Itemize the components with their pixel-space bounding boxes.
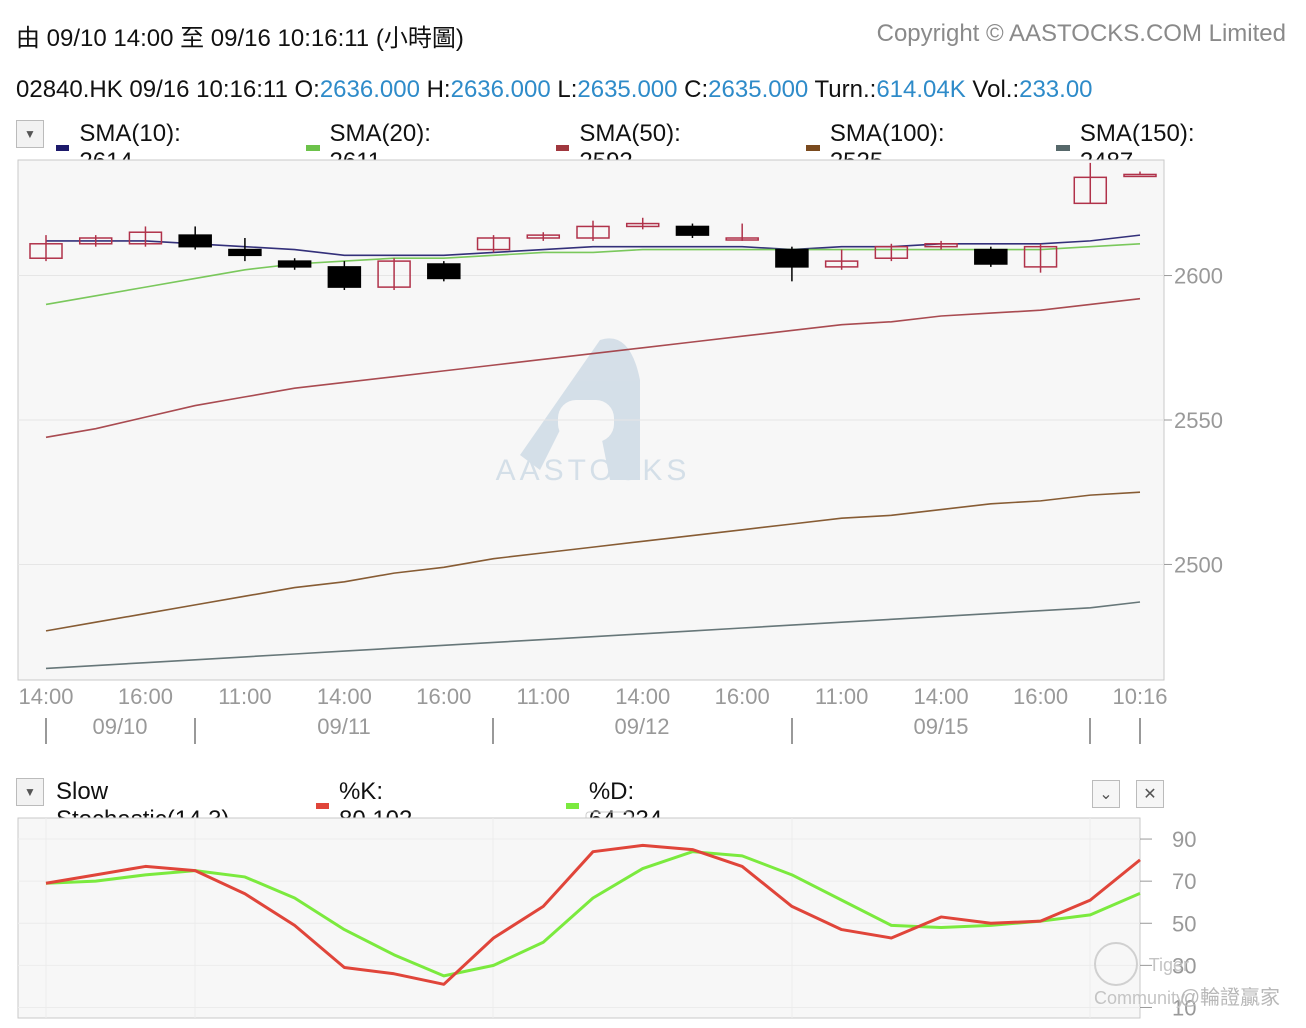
candle-body [476,237,511,251]
y-tick-label: 90 [1172,827,1196,852]
date-label: 09/12 [614,714,669,739]
candle-body [974,248,1008,265]
stoch-plot-area [17,817,1141,1019]
close-panel-button[interactable]: ✕ [1136,780,1164,808]
x-tick-label: 11:00 [218,684,271,709]
candle-body [675,225,710,236]
date-label: 09/10 [92,714,147,739]
x-tick-label: 11:00 [815,684,868,709]
y-tick-label: 2550 [1174,408,1223,433]
x-tick-label: 16:00 [118,684,173,709]
candle[interactable] [476,235,511,253]
y-tick-label: 2500 [1174,552,1223,577]
candle[interactable] [675,223,710,238]
stoch-line [45,850,1141,978]
candle-body [874,245,909,259]
candle-body [377,260,411,288]
x-tick-label: 16:00 [1013,684,1068,709]
date-label: 09/11 [317,714,370,739]
author-handle: @輪證贏家 [1179,987,1280,1009]
x-tick-label: 14:00 [914,684,969,709]
chevron-down-icon: ⌄ [1099,786,1113,803]
stoch-title: Slow Stochastic(14,3) [56,778,230,833]
candle-body [427,263,461,280]
candle-body [625,222,660,228]
d-label: %D: 64.234 [588,778,663,833]
legend-d: %D: 64.234 [566,778,669,834]
candle-body [228,248,262,257]
candle[interactable] [377,258,411,290]
y-tick-label: 50 [1172,911,1196,936]
candle-body [178,234,212,248]
candle-body [327,266,362,288]
x-tick-label: 14:00 [317,684,372,709]
candle-body [277,260,312,268]
k-label: %K: 80.102 [338,778,413,833]
candle-body [924,243,958,248]
x-tick-label: 16:00 [416,684,471,709]
candle[interactable] [874,243,909,262]
candle[interactable] [427,261,461,282]
candle-body [78,237,113,245]
candle-body [775,248,809,268]
candle-body [725,237,759,241]
k-swatch [316,803,329,809]
stoch-indicator-dropdown[interactable]: ▼ [16,778,44,806]
candle-body [1123,173,1157,178]
caret-down-icon: ▼ [24,785,36,799]
y-tick-label: 70 [1172,869,1196,894]
candle-body [1023,245,1058,268]
stoch-line [45,843,1141,986]
close-icon: ✕ [1143,786,1157,803]
price-chart[interactable]: AASTOCKS 2500 2550 2600 14:00 16:00 11:00 14:… [0,0,1306,760]
legend-k: %K: 80.102 [316,778,419,834]
candle-body [526,234,561,239]
tiger-logo-icon [1094,942,1138,986]
candle-body [824,260,859,268]
candle-body [1073,176,1108,205]
x-tick-label: 10:16 [1112,684,1167,709]
candle-body [576,225,610,239]
y-tick-label: 2600 [1174,264,1223,289]
candle-body [128,231,163,245]
candle[interactable] [974,246,1008,267]
x-tick-label: 11:00 [517,684,570,709]
x-tick-label: 16:00 [715,684,770,709]
watermark-logo-text: AASTOCKS [496,454,691,487]
x-tick-label: 14:00 [18,684,73,709]
collapse-panel-button[interactable]: ⌄ [1092,780,1120,808]
candle-body [29,243,63,259]
date-label: 09/15 [913,714,968,739]
d-swatch [566,803,579,809]
x-tick-label: 14:00 [615,684,670,709]
